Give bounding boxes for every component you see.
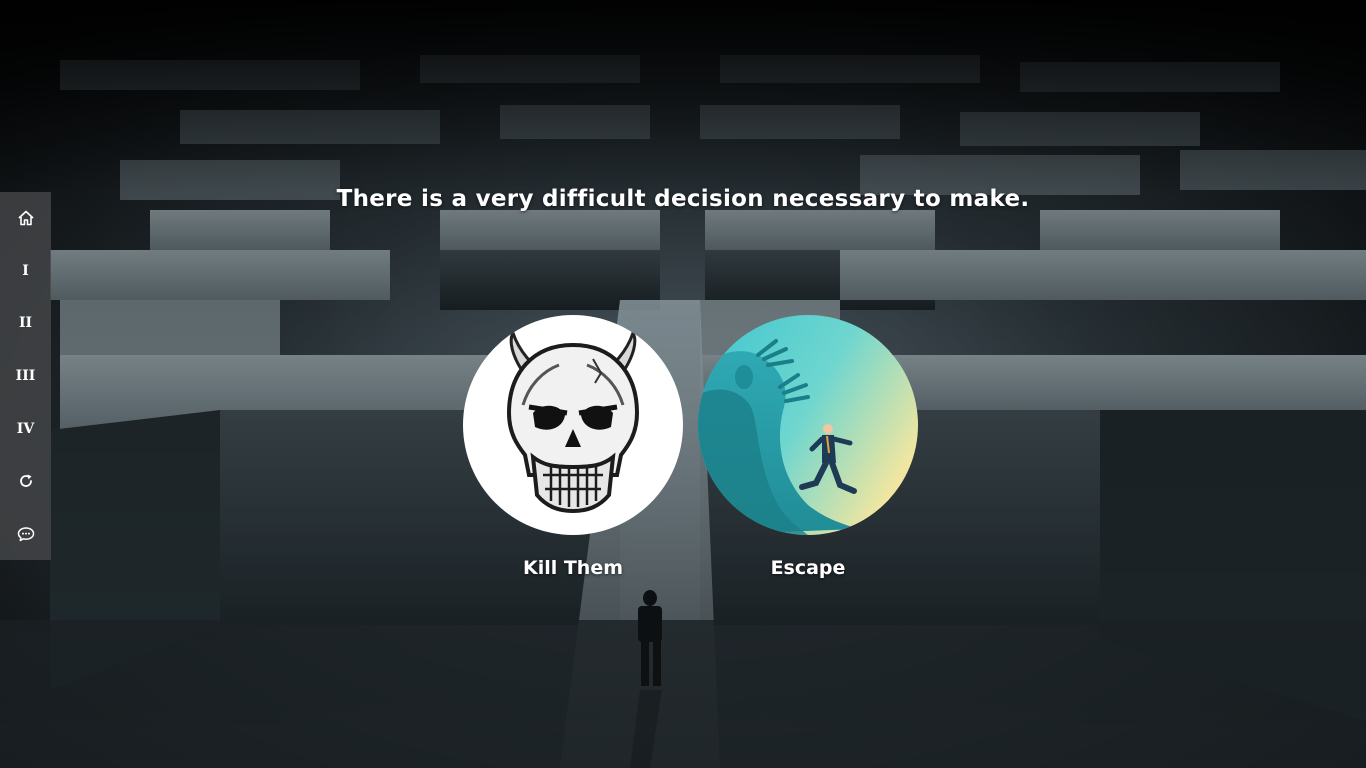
sidebar-item-label: I	[22, 262, 29, 279]
sidebar-item-chapter-3[interactable]: III	[0, 350, 51, 403]
escape-image[interactable]	[698, 315, 918, 535]
running-man-icon	[698, 315, 918, 535]
sidebar-item-chapter-2[interactable]: II	[0, 297, 51, 350]
sidebar: I II III IV	[0, 192, 51, 560]
sidebar-item-label: IV	[16, 420, 35, 437]
chat-icon	[17, 527, 34, 541]
sidebar-item-chapter-4[interactable]: IV	[0, 402, 51, 455]
choice-escape[interactable]: Escape	[698, 315, 918, 579]
sidebar-item-label: III	[15, 368, 36, 385]
choice-label: Kill Them	[522, 557, 624, 579]
maze-background	[0, 0, 1366, 768]
sidebar-item-restart[interactable]	[0, 455, 51, 508]
refresh-icon	[19, 474, 32, 488]
choice-label: Escape	[770, 557, 846, 579]
choice-kill-them[interactable]: Kill Them	[463, 315, 683, 579]
sidebar-item-chat[interactable]	[0, 507, 51, 560]
sidebar-item-label: II	[18, 315, 33, 332]
sidebar-item-chapter-1[interactable]: I	[0, 245, 51, 298]
story-prompt: There is a very difficult decision neces…	[336, 186, 1030, 212]
game-scene: I II III IV There is a very difficult de…	[0, 0, 1366, 768]
skull-image[interactable]	[463, 315, 683, 535]
skull-icon	[463, 315, 683, 535]
